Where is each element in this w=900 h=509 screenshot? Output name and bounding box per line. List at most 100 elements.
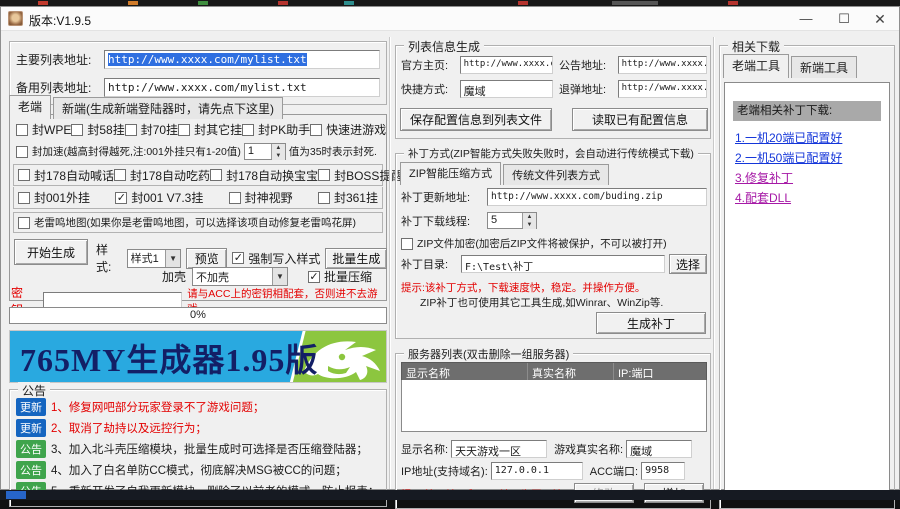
patch-legend: 补丁方式(ZIP智能方式失败失败时，会自动进行传统模式下载) (404, 146, 698, 161)
real-name-label: 游戏真实名称: (554, 441, 623, 457)
list-info-legend: 列表信息生成 (404, 38, 484, 55)
primary-list-input[interactable]: http://www.xxxx.com/mylist.txt (104, 50, 380, 69)
checkbox-ban-wpe[interactable]: 封WPE (16, 121, 71, 138)
selected-text: http://www.xxxx.com/mylist.txt (108, 53, 307, 66)
checkbox-fast-enter[interactable]: 快速进游戏 (310, 121, 386, 138)
acc-port-input[interactable]: 9958 (641, 462, 685, 480)
right-column: 相关下载 老端工具 新端工具 老端相关补丁下载: 1.一机20端已配置好 2.一… (719, 31, 895, 491)
choose-dir-button[interactable]: 选择 (669, 254, 707, 274)
app-icon (8, 11, 23, 26)
start-generate-button[interactable]: 开始生成 (14, 239, 88, 265)
server-list-legend: 服务器列表(双击删除一组服务器) (404, 346, 573, 362)
notice-badge: 公告 (16, 461, 46, 479)
stepper-down-icon[interactable]: ▼ (523, 221, 536, 229)
chevron-down-icon[interactable]: ▼ (165, 250, 180, 267)
server-table-body[interactable] (401, 380, 707, 432)
checkbox-ban-001[interactable]: 封001外挂 (18, 189, 90, 206)
patch-update-input[interactable]: http://www.xxxx.com/buding.zip (487, 188, 707, 206)
download-link-dll[interactable]: 4.配套DLL (735, 189, 791, 206)
checkbox-ban-70[interactable]: 封70挂 (125, 121, 178, 138)
download-link-50[interactable]: 2.一机50端已配置好 (735, 149, 842, 166)
patch-threads-stepper[interactable]: 5 ▲▼ (487, 212, 537, 229)
display-name-label: 显示名称: (401, 441, 448, 457)
checkbox-178-shout[interactable]: 封178自动喊话 (18, 167, 114, 184)
tab-list-mode[interactable]: 传统文件列表方式 (503, 164, 609, 185)
checkbox-mark (178, 124, 190, 136)
checkbox-ban-pk[interactable]: 封PK助手 (242, 121, 310, 138)
maximize-button[interactable]: ☐ (829, 9, 859, 29)
update-badge: 更新 (16, 398, 46, 416)
checkbox-ban-58[interactable]: 封58挂 (71, 121, 124, 138)
checkbox-mark (18, 217, 30, 229)
window-title: 版本:V1.9.5 (29, 12, 91, 29)
title-bar[interactable]: 版本:V1.9.5 — ☐ ✕ (1, 7, 899, 31)
style-select[interactable]: 样式1 ▼ (127, 249, 181, 268)
shortcut-input[interactable]: 魔域 (460, 80, 553, 98)
ban-options-panel: 封WPE 封58挂 封70挂 封其它挂 封PK助手 快速进游戏 封加速(越高封得… (9, 114, 387, 301)
checkbox-old-leiming-map[interactable]: 老雷鸣地图(如果你是老雷鸣地图，可以选择该项自动修复老雷鸣花屏) (18, 215, 356, 230)
checkbox-mark (318, 169, 330, 181)
checkbox-batch-compress[interactable]: ✓批量压缩 (308, 268, 372, 285)
checkbox-mark (16, 146, 28, 158)
close-button[interactable]: ✕ (865, 9, 895, 29)
downloads-tabs: 老端工具 新端工具 (723, 54, 859, 78)
notice-item: 更新1、修复网吧部分玩家登录不了游戏问题； (16, 398, 264, 416)
stepper-down-icon[interactable]: ▼ (272, 152, 285, 160)
column-divider (713, 37, 715, 489)
checkbox-mark (210, 169, 222, 181)
checkbox-mark (18, 192, 30, 204)
patch-tip-red: 提示:该补丁方式，下载速度快，稳定。并操作方便。 (401, 280, 645, 295)
tab-old-tools[interactable]: 老端工具 (723, 54, 789, 78)
speed-value-stepper[interactable]: 1 ▲▼ (244, 143, 286, 160)
popup-addr-label: 退弹地址: (559, 81, 615, 97)
tab-old-client[interactable]: 老端 (9, 95, 51, 119)
checkbox-mark (242, 124, 254, 136)
checkbox-mark (229, 192, 241, 204)
save-config-button[interactable]: 保存配置信息到列表文件 (400, 108, 552, 131)
checkbox-ban-speed[interactable]: 封加速(越高封得越死,注:001外挂只有1-20值) (16, 144, 241, 159)
checkbox-force-style[interactable]: ✓强制写入样式 (232, 250, 320, 267)
home-input[interactable]: http://www.xxxx.com (460, 56, 553, 74)
tab-zip-mode[interactable]: ZIP智能压缩方式 (400, 162, 501, 185)
popup-addr-input[interactable]: http://www.xxxx.com (618, 80, 707, 98)
checkbox-178-medicine[interactable]: 封178自动吃药 (114, 167, 210, 184)
checkbox-178-pet[interactable]: 封178自动换宝宝 (210, 167, 318, 184)
ip-input[interactable]: 127.0.0.1 (491, 462, 583, 480)
generate-patch-button[interactable]: 生成补丁 (596, 312, 706, 334)
tab-new-client[interactable]: 新端(生成新端登陆器时，请先点下这里) (53, 97, 283, 119)
minimize-button[interactable]: — (791, 9, 821, 29)
download-link-fix-patch[interactable]: 3.修复补丁 (735, 169, 793, 186)
preview-button[interactable]: 预览 (186, 248, 227, 269)
checkbox-mark (16, 124, 28, 136)
chevron-down-icon[interactable]: ▼ (272, 268, 287, 285)
display-name-input[interactable]: 天天游戏一区 (451, 440, 547, 458)
progress-bar: 0% (9, 307, 387, 324)
checkbox-ban-361[interactable]: 封361挂 (318, 189, 378, 206)
style-label: 样式: (96, 241, 122, 275)
patch-dir-input[interactable]: F:\Test\补丁 (461, 255, 665, 273)
notice-item: 公告4、加入了白名单防CC模式，彻底解决MSG被CC的问题； (16, 461, 347, 479)
checkbox-mark: ✓ (308, 271, 320, 283)
patch-tabs: ZIP智能压缩方式 传统文件列表方式 (400, 162, 611, 185)
ip-label: IP地址(支持域名): (401, 463, 488, 479)
stepper-up-icon[interactable]: ▲ (523, 213, 536, 221)
tab-new-tools[interactable]: 新端工具 (791, 56, 857, 78)
banner-title: 765MY生成器1.95版 (20, 335, 318, 381)
checkbox-zip-encrypt[interactable]: ZIP文件加密(加密后ZIP文件将被保护，不可以被打开) (401, 236, 667, 251)
home-label: 官方主页: (401, 57, 457, 73)
load-config-button[interactable]: 读取已有配置信息 (572, 108, 708, 131)
batch-generate-button[interactable]: 批量生成 (325, 248, 387, 269)
notice-addr-input[interactable]: http://www.xxxx.com (618, 56, 707, 74)
patch-update-label: 补丁更新地址: (401, 189, 483, 205)
downloads-group: 相关下载 老端工具 新端工具 老端相关补丁下载: 1.一机20端已配置好 2.一… (719, 45, 895, 509)
checkbox-mark (310, 124, 322, 136)
download-link-20[interactable]: 1.一机20端已配置好 (735, 129, 842, 146)
checkbox-mark: ✓ (232, 252, 244, 264)
client-tabs: 老端 新端(生成新端登陆器时，请先点下这里) (9, 95, 285, 119)
stepper-up-icon[interactable]: ▲ (272, 144, 285, 152)
checkbox-ban-001-v73[interactable]: ✓封001 V7.3挂 (115, 189, 203, 206)
checkbox-ban-vision[interactable]: 封神视野 (229, 189, 293, 206)
checkbox-ban-other[interactable]: 封其它挂 (178, 121, 242, 138)
real-name-input[interactable]: 魔域 (626, 440, 692, 458)
notice-addr-label: 公告地址: (559, 57, 615, 73)
